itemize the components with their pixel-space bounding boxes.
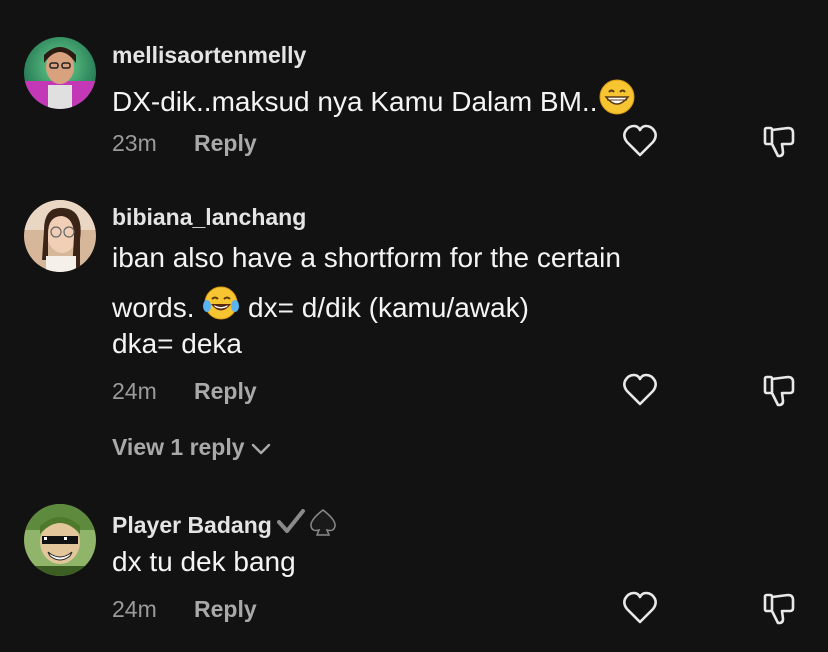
comment-time: 24m [112, 596, 157, 622]
chevron-down-icon [251, 435, 271, 462]
spade-icon [308, 508, 338, 542]
comment-time: 24m [112, 378, 157, 404]
thumbs-down-icon[interactable] [763, 592, 797, 631]
heart-icon[interactable] [622, 124, 658, 163]
comment-text-fragment: dx= d/dik (kamu/awak) [248, 291, 529, 323]
comment-text-line: dx tu dek bang [112, 546, 296, 577]
view-replies-label: View 1 reply [112, 434, 245, 460]
grinning-emoji-icon [598, 78, 636, 129]
check-mark-icon [276, 509, 306, 541]
avatar[interactable] [24, 37, 96, 109]
view-replies-button[interactable]: View 1 reply [112, 434, 271, 462]
heart-icon[interactable] [622, 373, 658, 412]
comment-username[interactable]: Player Badang [112, 508, 338, 542]
comment-meta: 24m Reply [112, 378, 257, 405]
avatar[interactable] [24, 504, 96, 576]
comment-meta: 23m Reply [112, 130, 257, 157]
comment-username[interactable]: bibiana_lanchang [112, 204, 306, 231]
comment-text-fragment: words. [112, 291, 195, 323]
thumbs-down-icon[interactable] [763, 125, 797, 164]
heart-icon[interactable] [622, 591, 658, 630]
comment-text-line: DX-dik..maksud nya Kamu Dalam BM.. [112, 85, 598, 117]
username-text: Player Badang [112, 511, 272, 538]
avatar[interactable] [24, 200, 96, 272]
reply-button[interactable]: Reply [194, 596, 257, 623]
comment-text-line: iban also have a shortform for the certa… [112, 242, 621, 273]
reply-button[interactable]: Reply [194, 378, 257, 405]
thumbs-down-icon[interactable] [763, 374, 797, 413]
comment-meta: 24m Reply [112, 596, 257, 623]
reply-button[interactable]: Reply [194, 130, 257, 157]
comment-time: 23m [112, 130, 157, 156]
comment-text: DX-dik..maksud nya Kamu Dalam BM.. [112, 78, 636, 129]
comment-username[interactable]: mellisaortenmelly [112, 42, 306, 69]
comment-text-line: dka= deka [112, 328, 242, 359]
